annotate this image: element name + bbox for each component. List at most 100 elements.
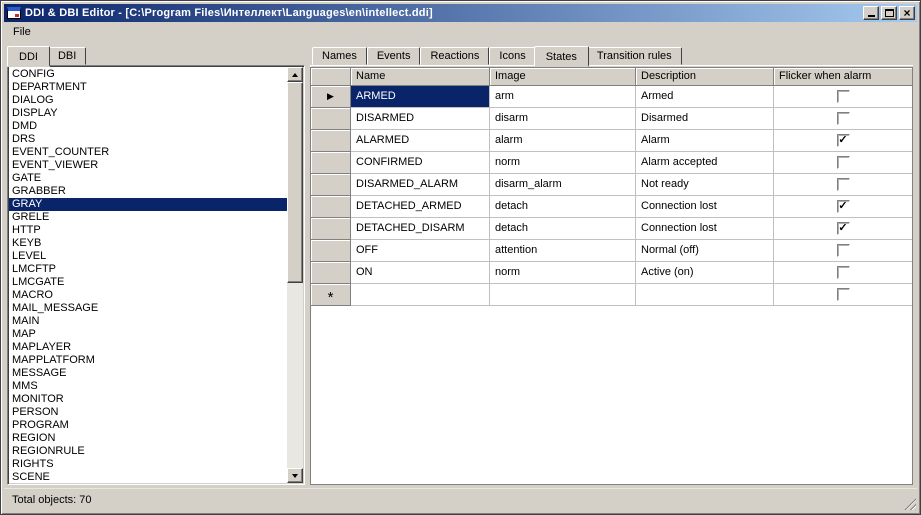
cell-image[interactable]: alarm: [490, 130, 636, 152]
list-item[interactable]: DMD: [9, 120, 287, 133]
row-selector[interactable]: [311, 240, 351, 262]
column-header[interactable]: Flicker when alarm: [774, 68, 912, 86]
cell-description[interactable]: Alarm: [636, 130, 774, 152]
flicker-checkbox[interactable]: [837, 90, 850, 103]
row-selector[interactable]: [311, 174, 351, 196]
cell-image[interactable]: norm: [490, 152, 636, 174]
cell-description[interactable]: Active (on): [636, 262, 774, 284]
list-item[interactable]: MONITOR: [9, 393, 287, 406]
cell-image[interactable]: disarm: [490, 108, 636, 130]
minimize-button[interactable]: [863, 6, 879, 20]
cell-image[interactable]: arm: [490, 86, 636, 108]
cell-description[interactable]: Connection lost: [636, 196, 774, 218]
scroll-thumb[interactable]: [287, 82, 303, 283]
flicker-checkbox[interactable]: [837, 178, 850, 191]
tab-dbi[interactable]: DBI: [48, 47, 86, 65]
list-item[interactable]: REGION: [9, 432, 287, 445]
cell-name[interactable]: DETACHED_ARMED: [351, 196, 490, 218]
list-item[interactable]: GRELE: [9, 211, 287, 224]
list-item[interactable]: MAIL_MESSAGE: [9, 302, 287, 315]
list-item[interactable]: DEPARTMENT: [9, 81, 287, 94]
cell-description[interactable]: Armed: [636, 86, 774, 108]
list-item[interactable]: CONFIG: [9, 68, 287, 81]
tab-transition-rules[interactable]: Transition rules: [587, 47, 682, 65]
list-item[interactable]: RIGHTS: [9, 458, 287, 471]
cell-description[interactable]: Connection lost: [636, 218, 774, 240]
list-item[interactable]: DISPLAY: [9, 107, 287, 120]
list-item[interactable]: KEYB: [9, 237, 287, 250]
list-item[interactable]: MAPLAYER: [9, 341, 287, 354]
cell-description[interactable]: Disarmed: [636, 108, 774, 130]
cell-image[interactable]: attention: [490, 240, 636, 262]
list-item[interactable]: MACRO: [9, 289, 287, 302]
list-item[interactable]: PROGRAM: [9, 419, 287, 432]
menu-file[interactable]: File: [6, 24, 38, 40]
cell-description[interactable]: Normal (off): [636, 240, 774, 262]
list-item[interactable]: SCENE: [9, 471, 287, 483]
row-selector[interactable]: ▶: [311, 86, 351, 108]
flicker-checkbox[interactable]: [837, 266, 850, 279]
row-selector[interactable]: [311, 218, 351, 240]
tab-states[interactable]: States: [534, 46, 589, 67]
row-selector[interactable]: [311, 262, 351, 284]
list-item[interactable]: DRS: [9, 133, 287, 146]
tab-reactions[interactable]: Reactions: [420, 47, 489, 65]
list-item[interactable]: EVENT_VIEWER: [9, 159, 287, 172]
cell-name[interactable]: DETACHED_DISARM: [351, 218, 490, 240]
cell-description[interactable]: Not ready: [636, 174, 774, 196]
tab-ddi[interactable]: DDI: [7, 46, 50, 67]
scroll-up-button[interactable]: [287, 67, 303, 82]
list-item[interactable]: GATE: [9, 172, 287, 185]
flicker-checkbox[interactable]: [837, 156, 850, 169]
new-row-selector[interactable]: *: [311, 284, 351, 306]
flicker-checkbox[interactable]: ✓: [837, 222, 850, 235]
tab-events[interactable]: Events: [367, 47, 421, 65]
list-item[interactable]: MESSAGE: [9, 367, 287, 380]
cell-name[interactable]: DISARMED_ALARM: [351, 174, 490, 196]
list-item[interactable]: DIALOG: [9, 94, 287, 107]
cell-name[interactable]: ALARMED: [351, 130, 490, 152]
row-selector[interactable]: [311, 152, 351, 174]
cell-name[interactable]: DISARMED: [351, 108, 490, 130]
vertical-scrollbar[interactable]: [287, 67, 303, 483]
cell-name[interactable]: OFF: [351, 240, 490, 262]
scroll-down-button[interactable]: [287, 468, 303, 483]
list-item[interactable]: LEVEL: [9, 250, 287, 263]
cell-name[interactable]: [351, 284, 490, 306]
cell-image[interactable]: detach: [490, 196, 636, 218]
list-item[interactable]: MAP: [9, 328, 287, 341]
cell-name[interactable]: ARMED: [351, 86, 490, 108]
row-selector[interactable]: [311, 196, 351, 218]
titlebar[interactable]: DDI & DBI Editor - [C:\Program Files\Инт…: [4, 4, 917, 22]
cell-name[interactable]: ON: [351, 262, 490, 284]
list-item[interactable]: PERSON: [9, 406, 287, 419]
maximize-button[interactable]: [881, 6, 897, 20]
flicker-checkbox[interactable]: [837, 112, 850, 125]
close-button[interactable]: ×: [899, 6, 915, 20]
column-header[interactable]: Description: [636, 68, 774, 86]
tab-names[interactable]: Names: [312, 47, 367, 65]
list-item[interactable]: LMCGATE: [9, 276, 287, 289]
flicker-checkbox[interactable]: ✓: [837, 200, 850, 213]
cell-image[interactable]: norm: [490, 262, 636, 284]
flicker-checkbox[interactable]: [837, 288, 850, 301]
flicker-checkbox[interactable]: [837, 244, 850, 257]
cell-description[interactable]: [636, 284, 774, 306]
list-item[interactable]: GRAY: [9, 198, 287, 211]
tab-icons[interactable]: Icons: [489, 47, 535, 65]
row-selector[interactable]: [311, 108, 351, 130]
list-item[interactable]: MMS: [9, 380, 287, 393]
cell-image[interactable]: disarm_alarm: [490, 174, 636, 196]
cell-description[interactable]: Alarm accepted: [636, 152, 774, 174]
row-selector[interactable]: [311, 130, 351, 152]
list-item[interactable]: MAPPLATFORM: [9, 354, 287, 367]
list-item[interactable]: HTTP: [9, 224, 287, 237]
column-header[interactable]: Image: [490, 68, 636, 86]
cell-name[interactable]: CONFIRMED: [351, 152, 490, 174]
ddi-listbox[interactable]: CONFIGDEPARTMENTDIALOGDISPLAYDMDDRSEVENT…: [7, 65, 305, 485]
resize-grip[interactable]: [903, 497, 916, 510]
list-item[interactable]: EVENT_COUNTER: [9, 146, 287, 159]
list-item[interactable]: LMCFTP: [9, 263, 287, 276]
list-item[interactable]: MAIN: [9, 315, 287, 328]
cell-image[interactable]: detach: [490, 218, 636, 240]
